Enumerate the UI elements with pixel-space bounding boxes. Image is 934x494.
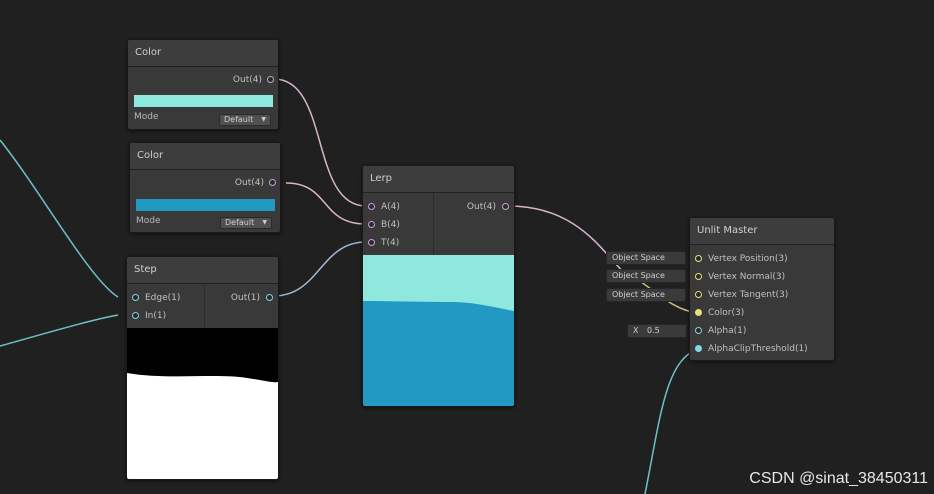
port-alpha: Alpha(1)	[708, 326, 747, 336]
input-port-icon[interactable]	[695, 327, 702, 334]
input-port-icon[interactable]	[132, 294, 139, 301]
watermark: CSDN @sinat_38450311	[749, 470, 928, 487]
output-port-icon[interactable]	[267, 76, 274, 83]
chevron-down-icon: ▼	[261, 116, 266, 123]
port-alpha-clip-threshold: AlphaClipThreshold(1)	[708, 344, 808, 354]
color-swatch[interactable]	[136, 199, 275, 211]
port-vertex-normal: Vertex Normal(3)	[708, 272, 786, 282]
input-port-icon[interactable]	[695, 255, 702, 262]
alpha-input[interactable]: X 0.5	[627, 324, 687, 338]
output-port-label: Out(1)	[230, 293, 260, 303]
step-node[interactable]: Step Edge(1) In(1) Out(1)	[126, 256, 279, 480]
output-port-label: Out(4)	[232, 75, 262, 85]
port-color: Color(3)	[708, 308, 745, 318]
port-vertex-position: Vertex Position(3)	[708, 254, 788, 264]
output-port-label: Out(4)	[466, 202, 496, 212]
wire-alphaclip	[644, 348, 699, 494]
mode-label: Mode	[134, 112, 159, 122]
input-port-icon[interactable]	[132, 312, 139, 319]
mode-label: Mode	[136, 216, 161, 226]
input-port-label: Edge(1)	[145, 293, 181, 303]
wire-in	[0, 314, 119, 347]
space-label: Object Space	[612, 290, 665, 299]
output-port-icon[interactable]	[266, 294, 273, 301]
port-divider	[204, 284, 205, 327]
color-node-2[interactable]: Color Out(4) Mode Default ▼	[129, 142, 281, 233]
wire-color1-a	[273, 78, 367, 207]
wire-color2-b	[285, 182, 367, 225]
space-label: Object Space	[612, 253, 665, 262]
node-title: Lerp	[363, 166, 514, 193]
input-port-label: T(4)	[381, 238, 400, 248]
step-preview	[127, 328, 278, 479]
unlit-master-node[interactable]: Unlit Master Vertex Position(3) Vertex N…	[689, 217, 835, 361]
color-node-1[interactable]: Color Out(4) Mode Default ▼	[127, 39, 279, 130]
wire-edge	[0, 139, 119, 298]
input-port-icon[interactable]	[368, 203, 375, 210]
color-swatch[interactable]	[134, 95, 273, 107]
node-title: Unlit Master	[690, 218, 834, 245]
node-title: Color	[130, 143, 280, 170]
alpha-value: 0.5	[647, 326, 660, 335]
chevron-down-icon: ▼	[262, 219, 267, 226]
output-port-icon[interactable]	[269, 179, 276, 186]
input-port-icon[interactable]	[695, 309, 702, 316]
input-port-icon[interactable]	[368, 221, 375, 228]
mode-dropdown[interactable]: Default ▼	[220, 217, 272, 229]
input-port-label: B(4)	[381, 220, 400, 230]
input-port-icon[interactable]	[695, 291, 702, 298]
output-port-icon[interactable]	[502, 203, 509, 210]
mode-value: Default	[225, 218, 255, 227]
wire-step-t	[272, 241, 367, 297]
port-divider	[433, 193, 434, 254]
mode-value: Default	[224, 115, 254, 124]
port-vertex-tangent: Vertex Tangent(3)	[708, 290, 789, 300]
node-title: Color	[128, 40, 278, 67]
output-port-label: Out(4)	[234, 178, 264, 188]
space-label: Object Space	[612, 271, 665, 280]
lerp-preview	[363, 255, 514, 406]
input-port-label: A(4)	[381, 202, 400, 212]
alpha-axis-label: X	[633, 326, 639, 335]
lerp-node[interactable]: Lerp A(4) B(4) T(4) Out(4)	[362, 165, 515, 407]
vertex-normal-space[interactable]: Object Space	[606, 269, 686, 283]
input-port-label: In(1)	[145, 311, 167, 321]
input-port-icon[interactable]	[695, 345, 702, 352]
node-title: Step	[127, 257, 278, 284]
vertex-tangent-space[interactable]: Object Space	[606, 288, 686, 302]
input-port-icon[interactable]	[695, 273, 702, 280]
input-port-icon[interactable]	[368, 239, 375, 246]
vertex-position-space[interactable]: Object Space	[606, 251, 686, 265]
mode-dropdown[interactable]: Default ▼	[219, 114, 271, 126]
